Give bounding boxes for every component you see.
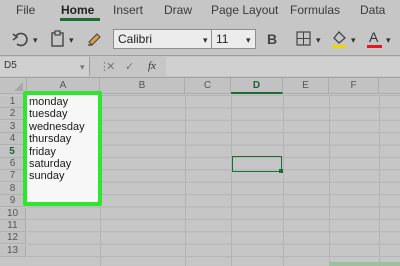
font-color-button[interactable]: A (367, 29, 383, 49)
gridline (379, 95, 380, 266)
font-color-letter: A (369, 29, 379, 45)
row-header-12[interactable]: 12 (0, 232, 26, 245)
tab-formulas[interactable]: Formulas (290, 3, 340, 17)
bold-button[interactable]: B (267, 31, 277, 47)
format-painter-icon[interactable] (86, 30, 104, 48)
tab-data[interactable]: Data (360, 3, 385, 17)
enter-icon[interactable]: ✓ (125, 60, 134, 73)
fill-handle[interactable] (279, 169, 283, 173)
font-size-dropdown-icon[interactable]: ▾ (246, 35, 251, 46)
gridline (185, 95, 186, 266)
column-header-f[interactable]: F (329, 78, 379, 94)
borders-dropdown-icon[interactable]: ▾ (316, 35, 321, 46)
highlight-annotation-box (23, 91, 102, 206)
insert-function-button[interactable]: fx (148, 60, 156, 72)
tab-file[interactable]: File (16, 3, 35, 17)
column-header-d[interactable]: D (231, 78, 283, 94)
fill-color-icon[interactable] (330, 29, 348, 49)
name-box[interactable]: D5 (0, 57, 90, 76)
cancel-icon[interactable]: ✕ (106, 60, 115, 73)
paste-dropdown-icon[interactable]: ▾ (69, 35, 74, 46)
horizontal-scrollbar[interactable] (330, 262, 400, 266)
tab-draw[interactable]: Draw (164, 3, 192, 17)
active-tab-indicator (60, 18, 100, 21)
font-size-value: 11 (216, 32, 229, 46)
undo-dropdown-icon[interactable]: ▾ (33, 35, 38, 46)
fill-color-dropdown-icon[interactable]: ▾ (351, 35, 356, 46)
undo-icon[interactable] (12, 31, 30, 47)
font-name-value: Calibri (118, 32, 153, 46)
font-color-dropdown-icon[interactable]: ▾ (386, 35, 391, 46)
excel-window: File Home Insert Draw Page Layout Formul… (0, 0, 400, 266)
column-header-b[interactable]: B (100, 78, 185, 94)
tab-page-layout[interactable]: Page Layout (211, 3, 278, 17)
font-name-select[interactable]: Calibri (113, 29, 213, 49)
font-name-dropdown-icon[interactable]: ▾ (203, 35, 208, 46)
row-header-13[interactable]: 13 (0, 244, 26, 257)
borders-icon[interactable] (296, 31, 312, 47)
name-box-value: D5 (4, 60, 17, 71)
column-header-c[interactable]: C (185, 78, 231, 94)
paste-icon[interactable] (50, 30, 66, 48)
font-color-swatch (367, 45, 382, 48)
name-box-dropdown-icon[interactable]: ▾ (80, 62, 85, 73)
gridline (283, 95, 284, 266)
column-header-g[interactable] (379, 78, 400, 94)
gridline (231, 95, 232, 266)
gridline (329, 95, 330, 266)
tab-insert[interactable]: Insert (113, 3, 143, 17)
row-header-10[interactable]: 10 (0, 207, 26, 220)
ribbon-tabs: File Home Insert Draw Page Layout Formul… (0, 0, 400, 22)
column-header-e[interactable]: E (283, 78, 329, 94)
active-cell-d5[interactable] (232, 156, 282, 172)
tab-home[interactable]: Home (61, 3, 94, 17)
row-header-11[interactable]: 11 (0, 220, 26, 232)
formula-input[interactable] (166, 57, 400, 76)
